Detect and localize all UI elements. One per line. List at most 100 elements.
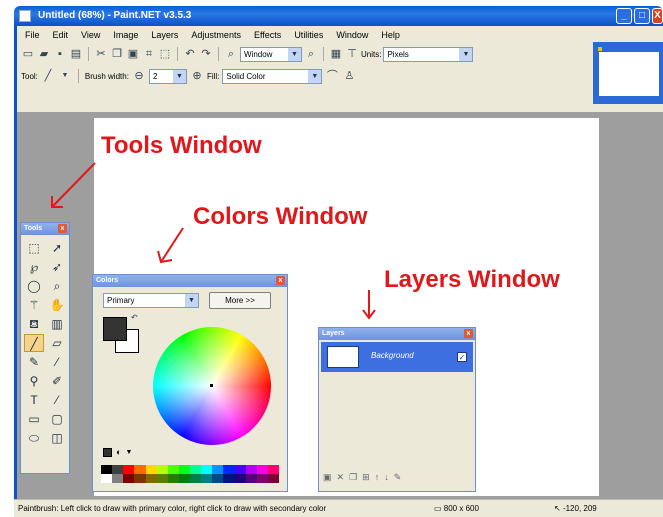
arrow-line [51, 162, 96, 208]
layer-thumbnail [327, 346, 359, 368]
lasso-icon[interactable]: ℘ [24, 258, 44, 276]
color-tools: ◐ ▼ [103, 447, 132, 457]
colors-body: Primary ▼ More >> ↶ ◐ ▼ [93, 287, 287, 493]
ellipse-icon[interactable]: ⬭ [24, 429, 44, 447]
palette-swatch[interactable] [134, 474, 146, 483]
layers-window-title: Layers [322, 330, 345, 337]
palette-swatch[interactable] [190, 474, 202, 483]
tools-window: Tools x ⬚ ➚ ℘ ➶ ◯ ⌕ ⚚ ✋ ⛾ ▥ ╱ ▱ ✎ ⁄ ⚲ ✐ … [20, 222, 70, 474]
layer-row[interactable]: Background ✓ [321, 342, 473, 372]
move-down-icon[interactable]: ↓ [384, 472, 389, 483]
color-palette [101, 465, 279, 483]
palette-swatch[interactable] [112, 474, 124, 483]
paint-bucket-icon[interactable]: ⛾ [24, 315, 44, 333]
tools-window-close-button[interactable]: x [58, 224, 67, 233]
palette-select[interactable]: Primary ▼ [103, 293, 199, 308]
palette-swatch[interactable] [234, 465, 246, 474]
tools-window-titlebar[interactable]: Tools x [21, 223, 69, 235]
colors-window-close-button[interactable]: x [276, 276, 285, 285]
palette-swatch[interactable] [112, 465, 124, 474]
palette-swatch[interactable] [134, 465, 146, 474]
move-selection-icon[interactable]: ➚ [47, 239, 67, 257]
palette-select-value: Primary [107, 296, 135, 305]
layer-tools: ▣ ✕ ❐ ⊞ ↑ ↓ ✎ [323, 472, 401, 483]
palette-swatch[interactable] [267, 465, 279, 474]
image-size-value: 800 x 600 [443, 504, 479, 513]
move-up-icon[interactable]: ↑ [375, 472, 380, 483]
colors-window-titlebar[interactable]: Colors x [93, 275, 287, 287]
layer-name: Background [371, 351, 414, 360]
paintbrush-icon[interactable]: ╱ [24, 334, 44, 352]
tools-grid: ⬚ ➚ ℘ ➶ ◯ ⌕ ⚚ ✋ ⛾ ▥ ╱ ▱ ✎ ⁄ ⚲ ✐ T ⁄ ▭ ▢ … [21, 235, 69, 452]
arrow-line [160, 227, 184, 263]
palette-swatch[interactable] [234, 474, 246, 483]
palette-swatch[interactable] [167, 474, 179, 483]
pencil-icon[interactable]: ✎ [24, 353, 44, 371]
color-wheel-cursor [210, 384, 213, 387]
recolor-icon[interactable]: ✐ [47, 372, 67, 390]
palette-swatch[interactable] [178, 474, 190, 483]
palette-swatch[interactable] [123, 465, 135, 474]
layers-list-empty-area [321, 374, 473, 470]
merge-layer-icon[interactable]: ⊞ [362, 472, 370, 483]
palette-swatch[interactable] [145, 474, 157, 483]
tools-window-title: Tools [24, 225, 43, 232]
text-icon[interactable]: T [24, 391, 44, 409]
gradient-icon[interactable]: ▥ [47, 315, 67, 333]
delete-layer-icon[interactable]: ✕ [337, 472, 345, 483]
palette-swatch[interactable] [223, 474, 235, 483]
rounded-rect-icon[interactable]: ▢ [47, 410, 67, 428]
swap-colors-icon[interactable]: ↶ [131, 313, 138, 322]
palette-swatch[interactable] [101, 465, 113, 474]
move-pixels-icon[interactable]: ➶ [47, 258, 67, 276]
palette-swatch[interactable] [123, 474, 135, 483]
pan-icon[interactable]: ✋ [47, 296, 67, 314]
palette-swatch[interactable] [190, 465, 202, 474]
palette-swatch[interactable] [256, 465, 268, 474]
more-button[interactable]: More >> [209, 292, 271, 309]
select-rect-icon[interactable]: ⬚ [24, 239, 44, 257]
color-wheel[interactable] [153, 327, 271, 445]
image-size: ▭ 800 x 600 [434, 504, 479, 513]
clone-stamp-icon[interactable]: ⚲ [24, 372, 44, 390]
rectangle-icon[interactable]: ▭ [24, 410, 44, 428]
palette-swatch[interactable] [201, 474, 213, 483]
line-curve-icon[interactable]: ⁄ [47, 391, 67, 409]
ellipse-select-icon[interactable]: ◯ [24, 277, 44, 295]
eraser-icon[interactable]: ▱ [47, 334, 67, 352]
palette-swatch[interactable] [145, 465, 157, 474]
duplicate-layer-icon[interactable]: ❐ [349, 472, 357, 483]
palette-swatch[interactable] [201, 465, 213, 474]
layer-properties-icon[interactable]: ✎ [394, 472, 402, 483]
freeform-shape-icon[interactable]: ◫ [47, 429, 67, 447]
chevron-down-icon[interactable]: ▼ [125, 449, 132, 456]
status-hint: Paintbrush: Left click to draw with prim… [18, 504, 327, 513]
primary-color-swatch[interactable] [103, 317, 127, 341]
palette-swatch[interactable] [245, 474, 257, 483]
palette-swatch[interactable] [101, 474, 113, 483]
layer-visibility-checkbox[interactable]: ✓ [457, 352, 467, 362]
add-layer-icon[interactable]: ▣ [323, 472, 332, 483]
palette-swatch[interactable] [156, 465, 168, 474]
palette-swatch[interactable] [256, 474, 268, 483]
magic-wand-icon[interactable]: ⚚ [24, 296, 44, 314]
palette-swatch[interactable] [167, 465, 179, 474]
palette-swatch[interactable] [178, 465, 190, 474]
palette-swatch[interactable] [156, 474, 168, 483]
palette-swatch[interactable] [267, 474, 279, 483]
colors-window-title: Colors [96, 277, 119, 284]
palette-swatch[interactable] [223, 465, 235, 474]
cursor-position: ↖ -120, 209 [554, 504, 597, 513]
reset-colors-icon[interactable] [103, 447, 112, 457]
colors-window: Colors x Primary ▼ More >> ↶ ◐ ▼ [92, 274, 288, 492]
palette-swatch[interactable] [245, 465, 257, 474]
layers-window-titlebar[interactable]: Layers x [319, 328, 475, 340]
status-bar: Paintbrush: Left click to draw with prim… [14, 499, 663, 517]
palette-swatch[interactable] [212, 465, 224, 474]
color-picker-icon[interactable]: ⁄ [47, 353, 67, 371]
zoom-icon[interactable]: ⌕ [47, 277, 67, 295]
layers-window-close-button[interactable]: x [464, 329, 473, 338]
palette-icon[interactable]: ◐ [116, 447, 121, 457]
cursor-position-value: -120, 209 [562, 504, 597, 513]
palette-swatch[interactable] [212, 474, 224, 483]
